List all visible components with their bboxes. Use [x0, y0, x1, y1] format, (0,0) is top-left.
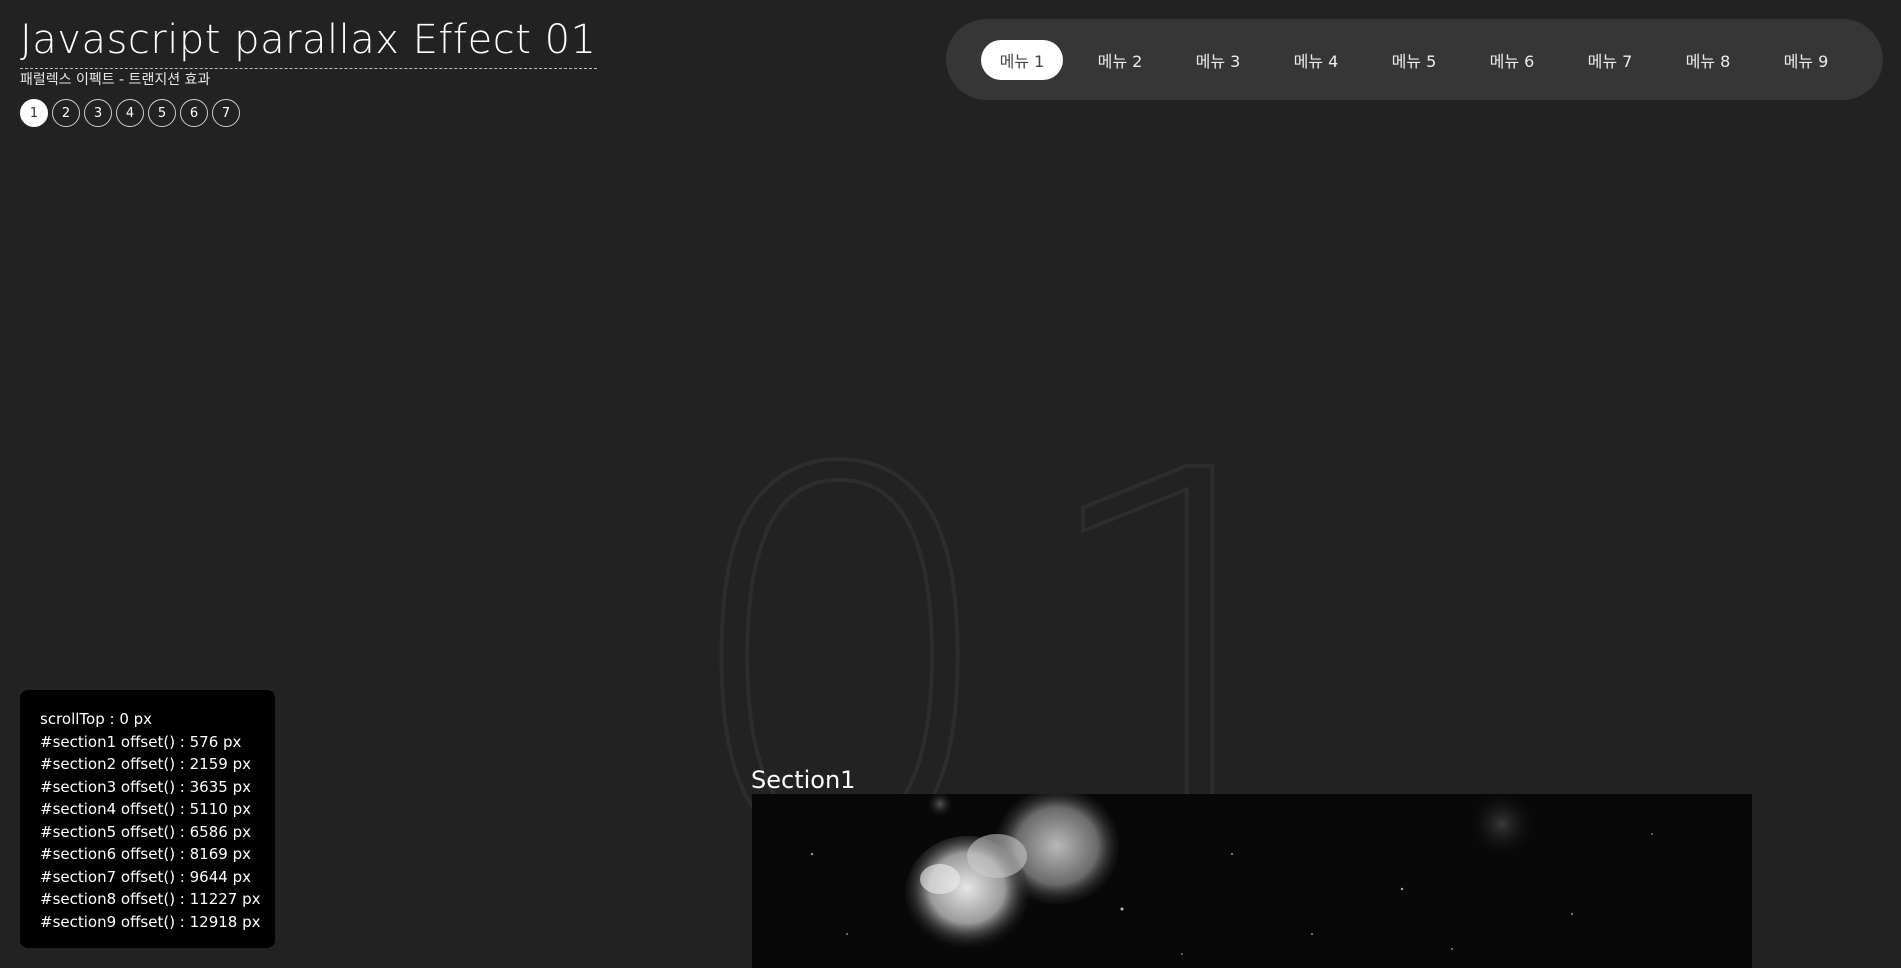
section-offset-5: #section5 offset() : 6586 px	[40, 822, 251, 841]
nav-item-8[interactable]: 메뉴 8	[1667, 40, 1749, 80]
section-offset-2: #section2 offset() : 2159 px	[40, 755, 251, 773]
section-offset-8: #section8 offset() : 11227 px	[40, 890, 261, 908]
nav-item-6[interactable]: 메뉴 6	[1471, 40, 1553, 80]
top-nav: 메뉴 1 메뉴 2 메뉴 3 메뉴 4 메뉴 5 메뉴 6 메뉴 7 메뉴 8 …	[946, 19, 1883, 100]
dot-5[interactable]: 5	[148, 99, 176, 127]
section-offset-1: #section1 offset() : 576 px	[40, 732, 242, 751]
section-offset-7: #section7 offset() : 9644 px	[40, 867, 251, 886]
dot-6[interactable]: 6	[180, 99, 208, 127]
section-offset-6: #section6 offset() : 8169 px	[40, 845, 251, 863]
nav-item-9[interactable]: 메뉴 9	[1765, 40, 1847, 80]
section-offset-3: #section3 offset() : 3635 px	[40, 777, 251, 796]
nav-item-4[interactable]: 메뉴 4	[1275, 40, 1357, 80]
nav-item-1[interactable]: 메뉴 1	[981, 39, 1063, 80]
nav-item-3[interactable]: 메뉴 3	[1177, 40, 1259, 80]
scroll-top-readout: scrollTop : 0 px	[40, 710, 153, 728]
page-title: Javascript parallax Effect 01	[20, 14, 597, 69]
dot-3[interactable]: 3	[84, 99, 112, 127]
dot-4[interactable]: 4	[116, 99, 144, 127]
dot-7[interactable]: 7	[212, 99, 240, 127]
section-offset-4: #section4 offset() : 5110 px	[40, 800, 251, 818]
section-offset-9: #section9 offset() : 12918 px	[40, 912, 261, 931]
section-dot-nav: 1 2 3 4 5 6 7	[20, 99, 240, 127]
scroll-info-panel: scrollTop : 0 px #section1 offset() : 57…	[20, 690, 275, 948]
nav-item-5[interactable]: 메뉴 5	[1373, 40, 1455, 80]
nav-item-7[interactable]: 메뉴 7	[1569, 40, 1651, 80]
section-image	[752, 794, 1752, 968]
dot-1[interactable]: 1	[20, 99, 48, 127]
page: Javascript parallax Effect 01 패럴렉스 이펙트 -…	[0, 0, 1901, 968]
section-title: Section1	[751, 766, 856, 794]
dot-2[interactable]: 2	[52, 99, 80, 127]
nav-item-2[interactable]: 메뉴 2	[1079, 40, 1161, 80]
page-subtitle: 패럴렉스 이펙트 - 트랜지션 효과	[20, 72, 211, 88]
jellyfish-photo	[752, 794, 1752, 968]
